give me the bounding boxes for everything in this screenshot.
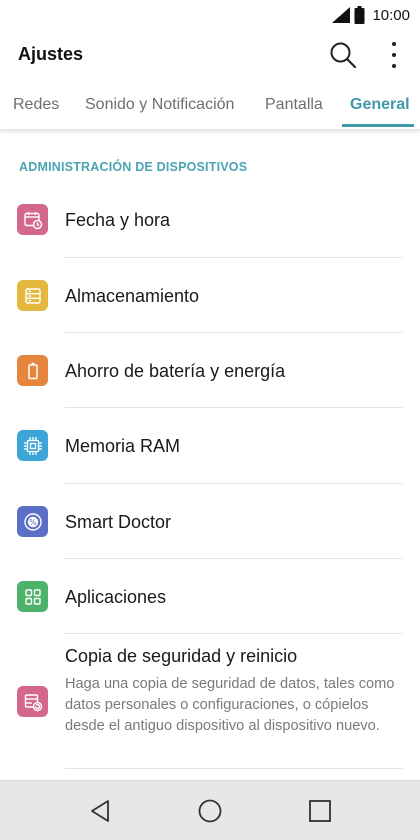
status-time: 10:00 xyxy=(372,6,410,24)
app-bar: Ajustes xyxy=(0,30,420,78)
more-options-button[interactable] xyxy=(382,40,406,70)
recents-square-icon xyxy=(309,800,331,822)
list-item-memoria-ram[interactable]: Memoria RAM xyxy=(0,408,420,484)
chip-icon xyxy=(17,430,48,461)
back-button[interactable] xyxy=(86,796,116,826)
search-button[interactable] xyxy=(328,40,358,70)
active-tab-indicator xyxy=(342,124,414,127)
list-item-aplicaciones[interactable]: Aplicaciones xyxy=(0,559,420,634)
item-description: Haga una copia de seguridad de datos, ta… xyxy=(65,676,395,734)
calendar-clock-icon xyxy=(17,204,48,235)
list-item-ahorro-bateria[interactable]: Ahorro de batería y energía xyxy=(0,333,420,408)
item-label: Fecha y hora xyxy=(65,210,171,230)
backup-restore-icon xyxy=(17,686,48,717)
recents-button[interactable] xyxy=(305,796,335,826)
list-item-smart-doctor[interactable]: % Smart Doctor xyxy=(0,484,420,559)
more-vert-icon xyxy=(392,42,396,46)
battery-status-icon xyxy=(354,6,365,24)
smart-doctor-icon: % xyxy=(17,506,48,537)
item-label: Smart Doctor xyxy=(65,512,172,532)
list-item-copia-seguridad[interactable]: Copia de seguridad y reinicio Haga una c… xyxy=(0,634,420,769)
page-title: Ajustes xyxy=(18,44,84,64)
item-label: Aplicaciones xyxy=(65,587,167,607)
home-circle-icon xyxy=(198,799,222,823)
status-bar: 10:00 xyxy=(0,0,420,30)
item-label: Memoria RAM xyxy=(65,436,181,456)
list-item-fecha-hora[interactable]: Fecha y hora xyxy=(0,182,420,258)
storage-icon xyxy=(17,280,48,311)
item-label: Almacenamiento xyxy=(65,286,200,306)
item-label: Ahorro de batería y energía xyxy=(65,361,286,381)
tab-redes[interactable]: Redes xyxy=(13,96,59,114)
tab-bar: Redes Sonido y Notificación Pantalla Gen… xyxy=(0,88,420,130)
apps-grid-icon xyxy=(17,581,48,612)
svg-text:%: % xyxy=(29,517,36,526)
back-triangle-icon xyxy=(91,800,109,822)
list-item-almacenamiento[interactable]: Almacenamiento xyxy=(0,258,420,333)
divider xyxy=(65,768,403,769)
search-icon xyxy=(330,42,357,69)
battery-icon xyxy=(17,355,48,386)
navigation-bar xyxy=(0,780,420,840)
section-header: ADMINISTRACIÓN DE DISPOSITIVOS xyxy=(19,160,248,174)
tab-pantalla[interactable]: Pantalla xyxy=(265,96,323,114)
item-label: Copia de seguridad y reinicio xyxy=(65,646,298,666)
tab-sonido-notificacion[interactable]: Sonido y Notificación xyxy=(85,96,234,114)
home-button[interactable] xyxy=(195,796,225,826)
signal-icon xyxy=(332,7,351,23)
tab-general[interactable]: General xyxy=(350,96,410,114)
